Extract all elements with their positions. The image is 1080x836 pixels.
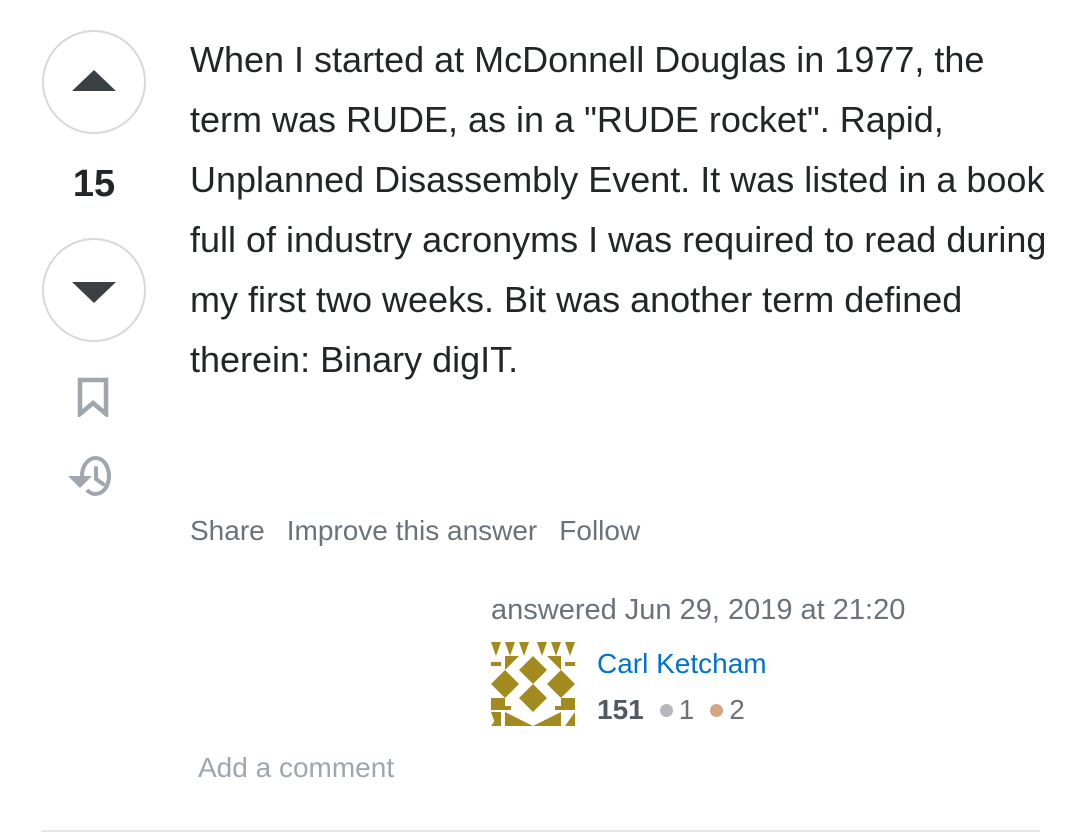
- history-icon[interactable]: [66, 454, 120, 505]
- add-comment-link[interactable]: Add a comment: [198, 752, 394, 784]
- triangle-down-icon: [72, 281, 116, 303]
- avatar[interactable]: [491, 642, 575, 726]
- user-signature: answered Jun 29, 2019 at 21:20 Carl Ketc…: [491, 590, 1011, 726]
- reputation-score: 151: [597, 694, 644, 725]
- bronze-badge-icon: [710, 703, 724, 717]
- triangle-up-icon: [72, 69, 116, 91]
- vote-column: 15: [0, 0, 190, 520]
- silver-badge-icon: [659, 703, 673, 717]
- user-name-link[interactable]: Carl Ketcham: [597, 646, 767, 682]
- post-menu: Share Improve this answer Follow: [190, 515, 640, 547]
- silver-badge-count: 1: [678, 694, 695, 725]
- vote-count: 15: [72, 163, 116, 205]
- improve-answer-link[interactable]: Improve this answer: [287, 515, 538, 547]
- answer-body: When I started at McDonnell Douglas in 1…: [190, 30, 1050, 390]
- follow-link[interactable]: Follow: [559, 515, 640, 547]
- downvote-button[interactable]: [42, 238, 146, 342]
- bronze-badge-count: 2: [729, 694, 745, 725]
- user-info: Carl Ketcham 151 1 2: [491, 642, 991, 732]
- bookmark-icon[interactable]: [76, 377, 110, 422]
- user-stats: 151 1 2: [597, 692, 761, 728]
- share-link[interactable]: Share: [190, 515, 265, 547]
- answer-text: When I started at McDonnell Douglas in 1…: [190, 39, 1047, 380]
- answered-timestamp[interactable]: answered Jun 29, 2019 at 21:20: [491, 590, 1011, 630]
- upvote-button[interactable]: [42, 30, 146, 134]
- divider: [42, 830, 1040, 832]
